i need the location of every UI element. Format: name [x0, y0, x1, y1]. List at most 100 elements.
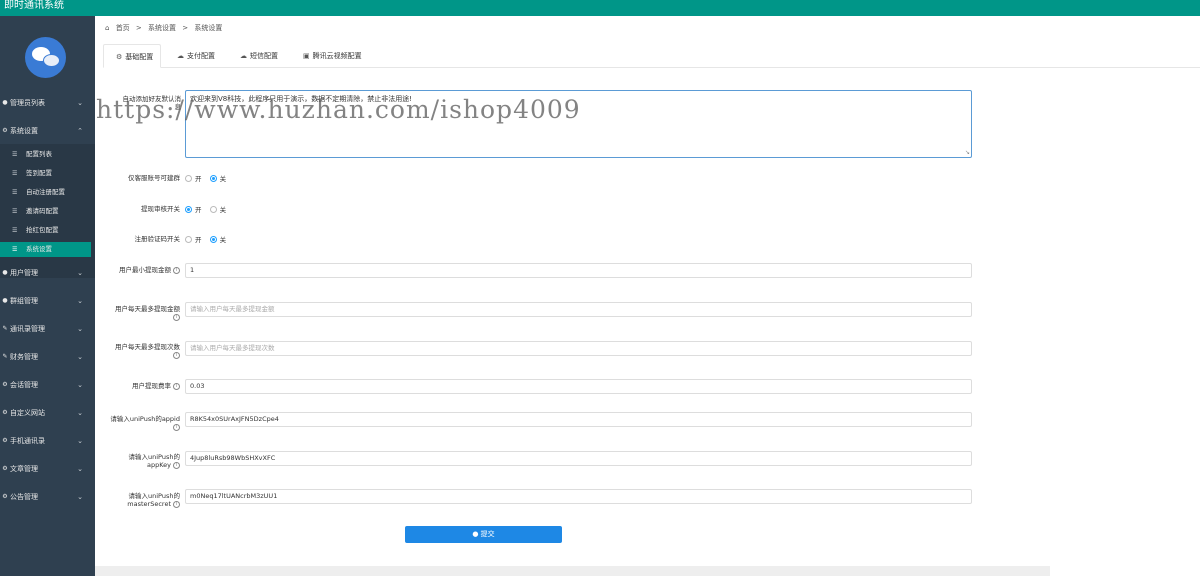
- gear-icon: ⚙: [2, 409, 8, 416]
- breadcrumb-level1[interactable]: 系统设置: [148, 24, 176, 32]
- app-logo: [25, 37, 66, 78]
- sidebar-item-phone-contacts[interactable]: ⚙ 手机通讯录 ⌄: [0, 434, 95, 448]
- breadcrumb-separator: >: [135, 24, 142, 32]
- gear-icon: ⚙: [2, 437, 8, 444]
- cs-only-group-radio-group: 开 关: [185, 174, 232, 184]
- cube-icon: ▣: [303, 52, 310, 60]
- cs-only-group-on[interactable]: 开: [185, 174, 202, 183]
- sidebar-item-session-management[interactable]: ⚙ 会话管理 ⌄: [0, 378, 95, 392]
- withdraw-audit-radio-group: 开 关: [185, 205, 232, 215]
- sidebar-item-custom-website[interactable]: ⚙ 自定义网站 ⌄: [0, 406, 95, 420]
- chevron-down-icon: ⌄: [77, 381, 83, 389]
- sidebar-item-user-management[interactable]: ● 用户管理 ⌄: [0, 266, 95, 280]
- submenu-item-config-list[interactable]: ☰ 配置列表: [0, 147, 95, 162]
- chevron-down-icon: ⌄: [77, 465, 83, 473]
- tab-tencent-video-config[interactable]: ▣ 腾讯云视频配置: [303, 44, 383, 68]
- unipush-appid-label: 请输入uniPush的appidi: [110, 415, 180, 431]
- breadcrumb-level2: 系统设置: [194, 24, 223, 32]
- max-withdraw-amount-input[interactable]: 请输入用户每天最多提现金额: [185, 302, 972, 317]
- submenu-item-invite-code-config[interactable]: ☰ 邀请码配置: [0, 204, 95, 219]
- list-icon: ☰: [12, 227, 18, 234]
- min-withdraw-input[interactable]: 1: [185, 263, 972, 278]
- cloud-icon: ☁: [177, 52, 184, 60]
- withdraw-audit-on[interactable]: 开: [185, 205, 202, 214]
- users-icon: ●: [2, 297, 8, 304]
- list-icon: ☰: [12, 151, 18, 158]
- home-icon: ⌂: [105, 24, 110, 32]
- chevron-down-icon: ⌄: [77, 437, 83, 445]
- chevron-down-icon: ⌄: [77, 353, 83, 361]
- chevron-down-icon: ⌄: [77, 325, 83, 333]
- gear-icon: ⚙: [116, 53, 123, 61]
- min-withdraw-label: 用户最小提现金额 i: [110, 266, 180, 274]
- gear-icon: ⚙: [2, 465, 8, 472]
- submenu-item-auto-register-config[interactable]: ☰ 自动注册配置: [0, 185, 95, 200]
- chevron-down-icon: ⌄: [77, 409, 83, 417]
- register-code-radio-group: 开 关: [185, 235, 232, 245]
- breadcrumb: ⌂ 首页 > 系统设置 > 系统设置: [105, 23, 226, 33]
- info-icon: i: [173, 313, 180, 321]
- gear-icon: ⚙: [2, 127, 8, 134]
- sidebar-item-system-settings[interactable]: ⚙ 系统设置 ⌃: [0, 124, 95, 138]
- list-icon: ☰: [12, 189, 18, 196]
- submenu-item-system-settings[interactable]: ☰ 系统设置: [0, 242, 91, 257]
- chevron-down-icon: ⌄: [77, 297, 83, 305]
- info-icon: i: [173, 461, 180, 469]
- submenu-item-red-packet-config[interactable]: ☰ 抢红包配置: [0, 223, 95, 238]
- gear-icon: ⚙: [2, 381, 8, 388]
- resize-handle-icon[interactable]: ↘: [965, 149, 970, 156]
- chevron-up-icon: ⌃: [77, 127, 83, 135]
- sidebar-item-finance-management[interactable]: ✎ 财务管理 ⌄: [0, 350, 95, 364]
- unipush-secret-label: 请输入uniPush的masterSecret i: [127, 492, 180, 508]
- withdraw-audit-label: 提现审核开关: [141, 205, 180, 213]
- register-code-label: 注册验证码开关: [134, 235, 181, 243]
- gear-icon: ⚙: [2, 493, 8, 500]
- withdraw-audit-off[interactable]: 关: [209, 205, 226, 214]
- tab-basic-config[interactable]: ⚙ 基础配置: [103, 44, 161, 68]
- unipush-appkey-input[interactable]: 4Jup8luRsb98WbSHXvXFC: [185, 451, 972, 466]
- withdraw-rate-input[interactable]: 0.03: [185, 379, 972, 394]
- sidebar: ● 管理员列表 ⌄ ⚙ 系统设置 ⌃ ☰ 配置列表 ☰ 签到配置 ☰ 自动注册配…: [0, 16, 95, 576]
- chevron-down-icon: ⌄: [77, 493, 83, 501]
- watermark: https://www.huzhan.com/ishop4009: [96, 95, 581, 124]
- breadcrumb-separator: >: [182, 24, 189, 32]
- user-icon: ●: [2, 269, 8, 276]
- cs-only-group-label: 仅客服账号可建群: [128, 174, 180, 182]
- tab-payment-config[interactable]: ☁ 支付配置: [177, 44, 237, 68]
- submit-button[interactable]: ● 提交: [405, 526, 562, 543]
- unipush-appkey-label: 请输入uniPush的appKey i: [128, 453, 180, 469]
- edit-icon: ✎: [2, 325, 8, 332]
- max-withdraw-times-label: 用户每天最多提现次数i: [115, 343, 180, 359]
- sidebar-item-admin-list[interactable]: ● 管理员列表 ⌄: [0, 96, 95, 110]
- sidebar-item-contacts-management[interactable]: ✎ 通讯录管理 ⌄: [0, 322, 95, 336]
- register-code-on[interactable]: 开: [185, 235, 202, 244]
- chevron-down-icon: ⌄: [77, 99, 83, 107]
- list-icon: ☰: [12, 170, 18, 177]
- register-code-off[interactable]: 关: [209, 235, 226, 244]
- footer-bar: [95, 566, 1050, 576]
- submenu-item-checkin-config[interactable]: ☰ 签到配置: [0, 166, 95, 181]
- max-withdraw-times-input[interactable]: 请输入用户每天最多提现次数: [185, 341, 972, 356]
- cs-only-group-off[interactable]: 关: [209, 174, 226, 183]
- info-icon: i: [173, 266, 180, 274]
- info-icon: i: [173, 500, 180, 508]
- app-title: 即时通讯系统: [4, 0, 64, 11]
- unipush-secret-input[interactable]: m0Neq17ltUANcrbM3zUU1: [185, 489, 972, 504]
- sidebar-item-group-management[interactable]: ● 群组管理 ⌄: [0, 294, 95, 308]
- list-icon: ☰: [12, 208, 18, 215]
- tab-sms-config[interactable]: ☁ 短信配置: [240, 44, 300, 68]
- info-icon: i: [173, 382, 180, 390]
- lock-icon: ●: [472, 530, 479, 538]
- sidebar-item-notice-management[interactable]: ⚙ 公告管理 ⌄: [0, 490, 95, 504]
- breadcrumb-home[interactable]: 首页: [116, 24, 130, 32]
- sidebar-item-article-management[interactable]: ⚙ 文章管理 ⌄: [0, 462, 95, 476]
- list-icon: ☰: [12, 246, 18, 253]
- unipush-appid-input[interactable]: R8K54x0SUrAxJFN5DzCpe4: [185, 412, 972, 427]
- edit-icon: ✎: [2, 353, 8, 360]
- withdraw-rate-label: 用户提现费率 i: [110, 382, 180, 390]
- user-icon: ●: [2, 99, 8, 106]
- info-icon: i: [173, 423, 180, 431]
- tab-bar: ⚙ 基础配置 ☁ 支付配置 ☁ 短信配置 ▣ 腾讯云视频配置: [103, 44, 1200, 68]
- top-bar: 即时通讯系统: [0, 0, 1200, 16]
- chat-bubble-shape: [43, 54, 60, 67]
